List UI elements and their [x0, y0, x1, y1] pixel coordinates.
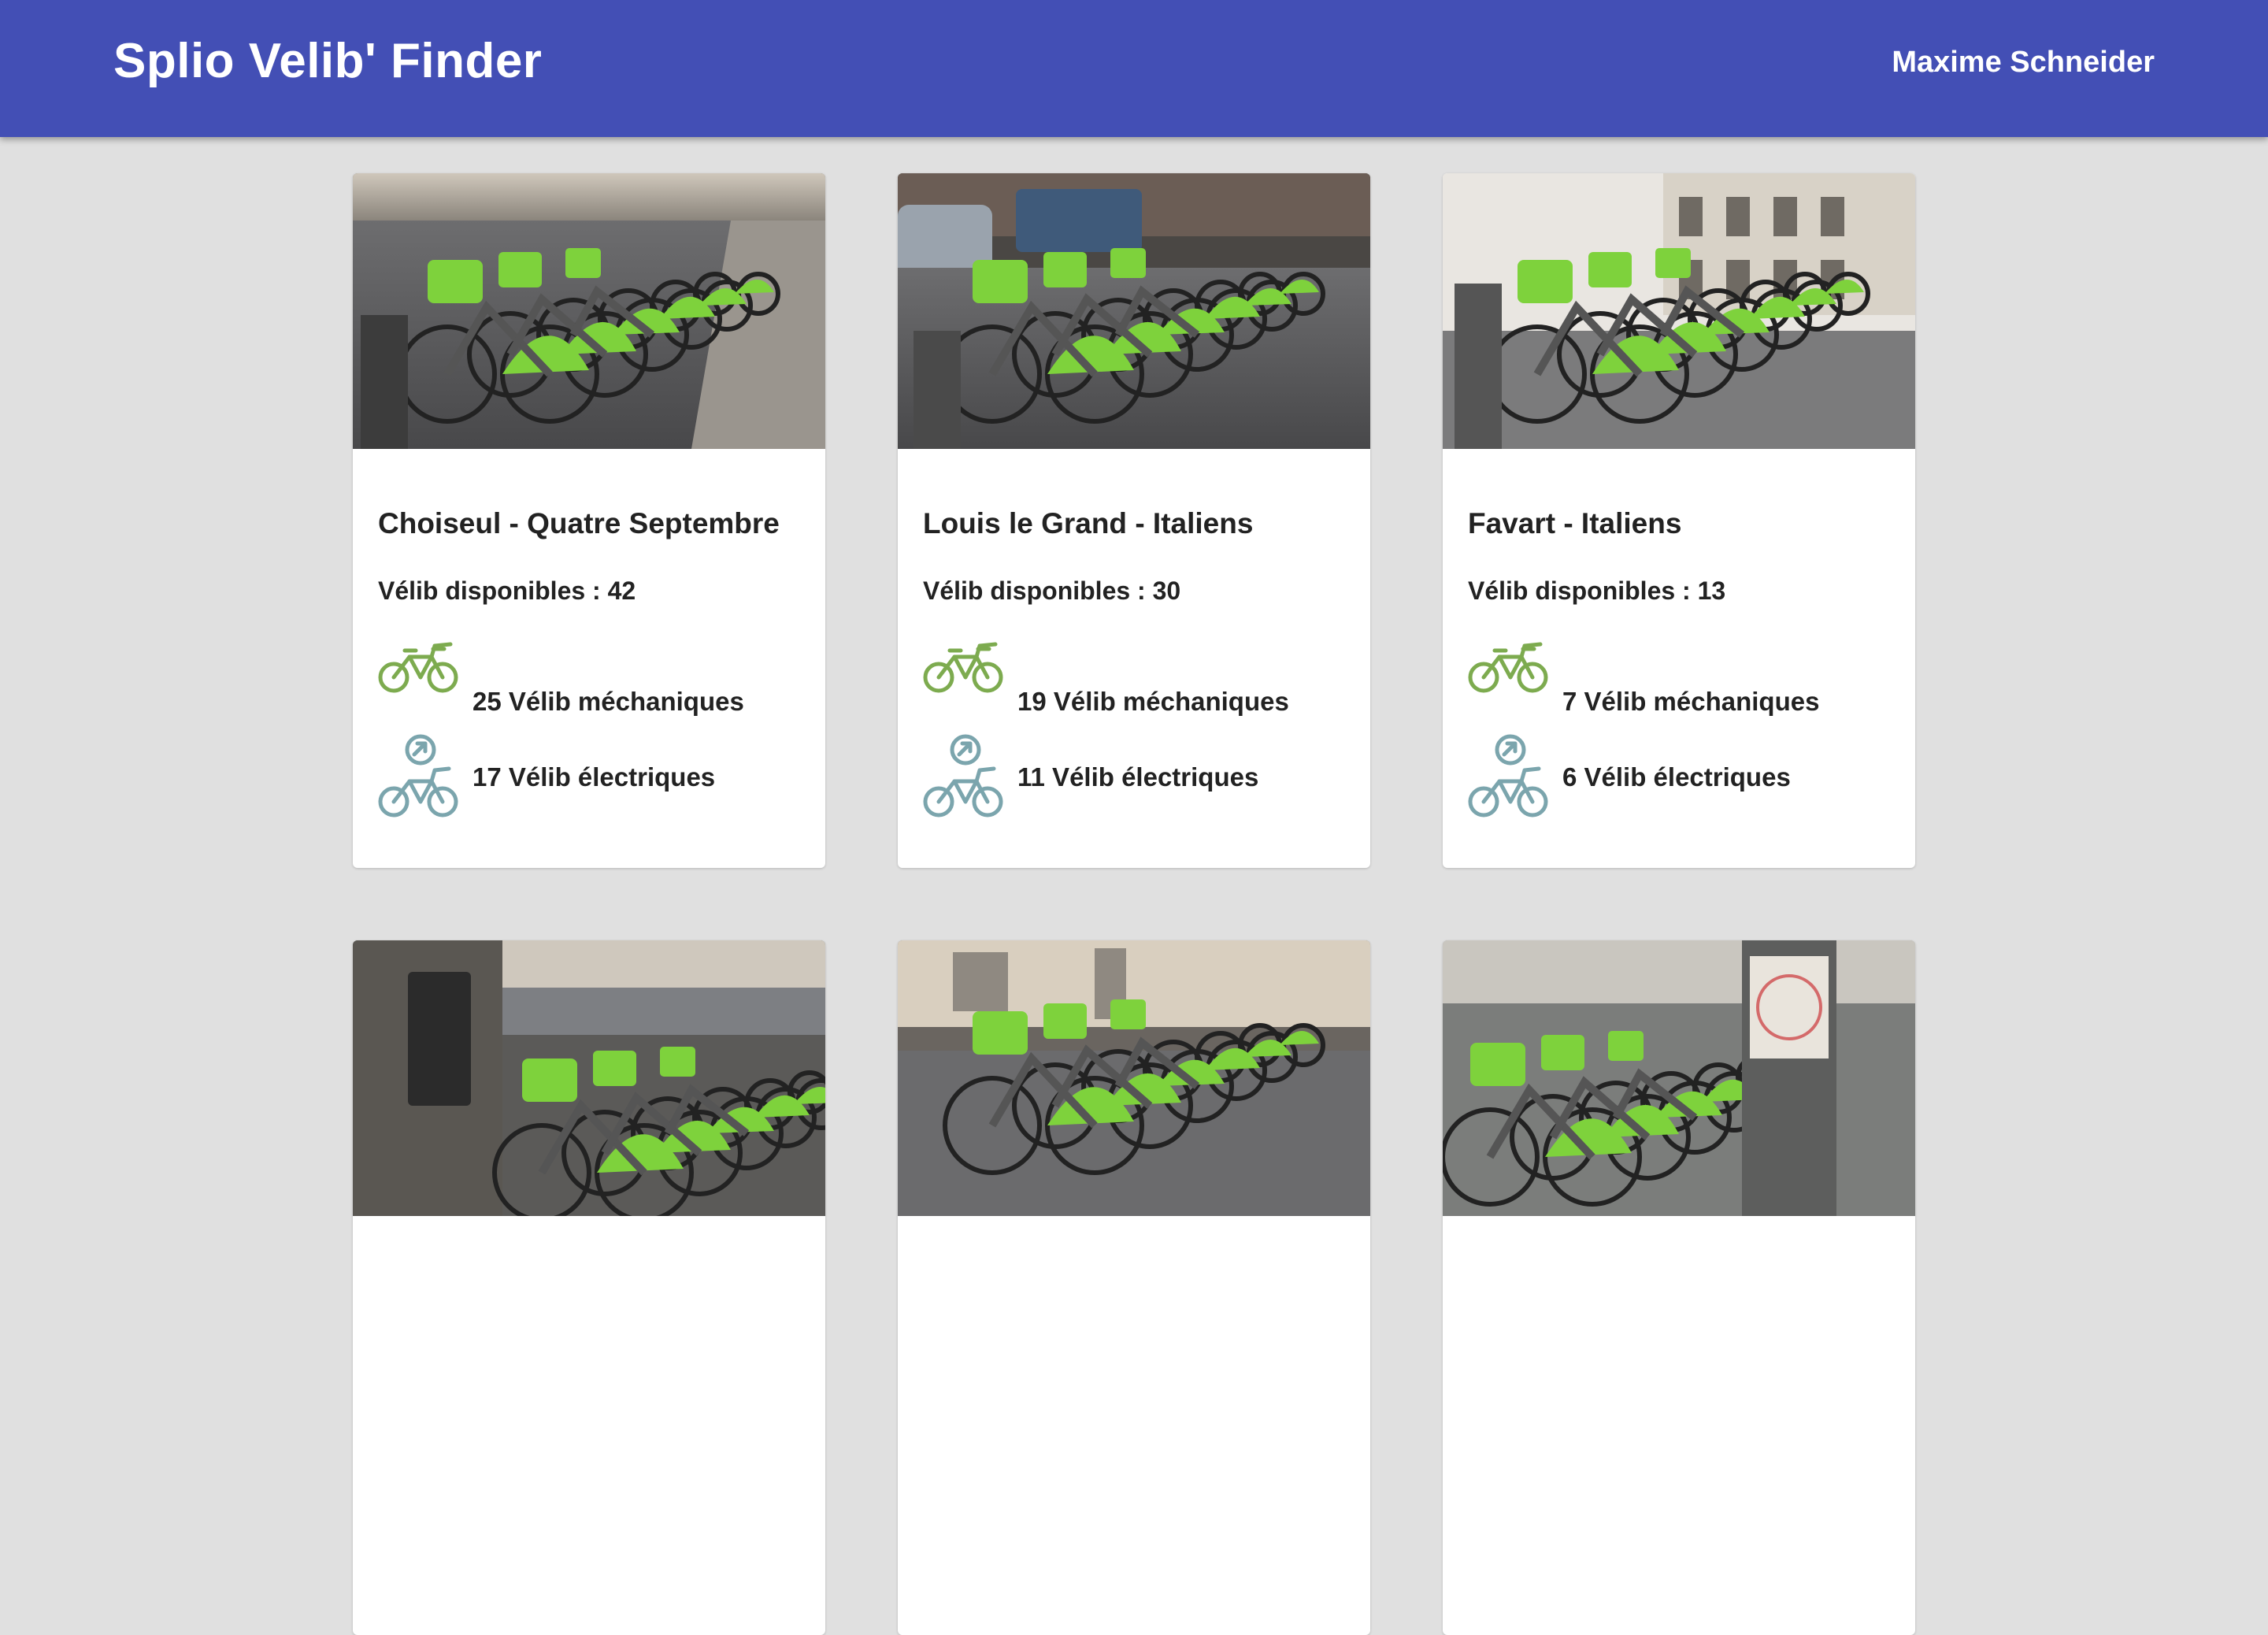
app-title: Splio Velib' Finder	[113, 34, 543, 88]
electric-row: 6 Vélib électriques	[1468, 734, 1909, 821]
bicycle-icon	[1468, 640, 1548, 695]
bicycle-icon	[378, 640, 458, 695]
station-photo	[1443, 173, 1915, 449]
station-card[interactable]: Choiseul - Quatre Septembre Vélib dispon…	[353, 173, 825, 868]
station-photo	[898, 173, 1370, 449]
station-card[interactable]: Favart - Italiens Vélib disponibles : 13…	[1443, 173, 1915, 868]
electric-bicycle-icon	[378, 734, 458, 821]
electric-bicycle-icon	[1468, 734, 1548, 821]
station-name: Choiseul - Quatre Septembre	[378, 507, 780, 539]
electric-bicycle-icon	[923, 734, 1003, 821]
electric-row: 11 Vélib électriques	[923, 734, 1364, 821]
station-card[interactable]	[898, 940, 1370, 1635]
mechanical-row: 19 Vélib méchaniques	[923, 640, 1364, 726]
station-card[interactable]	[1443, 940, 1915, 1635]
available-count: Vélib disponibles : 13	[1468, 577, 1726, 605]
station-name: Favart - Italiens	[1468, 507, 1682, 539]
mechanical-row: 7 Vélib méchaniques	[1468, 640, 1909, 726]
electric-row: 17 Vélib électriques	[378, 734, 819, 821]
station-grid: Choiseul - Quatre Septembre Vélib dispon…	[0, 0, 2268, 1635]
bicycle-icon	[923, 640, 1003, 695]
user-name[interactable]: Maxime Schneider	[1892, 46, 2155, 80]
available-count: Vélib disponibles : 42	[378, 577, 636, 605]
station-card[interactable]: Louis le Grand - Italiens Vélib disponib…	[898, 173, 1370, 868]
station-photo	[898, 940, 1370, 1216]
station-photo	[353, 940, 825, 1216]
electric-count: 17 Vélib électriques	[472, 762, 716, 792]
mechanical-count: 25 Vélib méchaniques	[472, 687, 744, 716]
electric-count: 11 Vélib électriques	[1017, 762, 1259, 792]
mechanical-count: 19 Vélib méchaniques	[1017, 687, 1289, 716]
station-photo	[1443, 940, 1915, 1216]
station-photo	[353, 173, 825, 449]
mechanical-row: 25 Vélib méchaniques	[378, 640, 819, 726]
available-count: Vélib disponibles : 30	[923, 577, 1181, 605]
station-card[interactable]	[353, 940, 825, 1635]
station-name: Louis le Grand - Italiens	[923, 507, 1254, 539]
mechanical-count: 7 Vélib méchaniques	[1562, 687, 1820, 716]
app-bar: Splio Velib' Finder Maxime Schneider	[0, 0, 2268, 137]
electric-count: 6 Vélib électriques	[1562, 762, 1791, 792]
